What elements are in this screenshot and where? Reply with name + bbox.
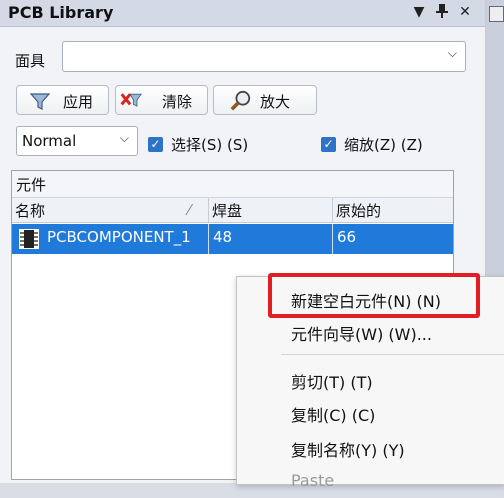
row-name: PCBCOMPONENT_1 xyxy=(47,228,191,246)
chevron-down-icon[interactable]: ⌵ xyxy=(448,46,457,61)
group-title: 元件 xyxy=(16,176,47,194)
zoom-button[interactable]: 放大 xyxy=(213,85,317,115)
apply-button[interactable]: 应用 xyxy=(16,85,109,115)
cell-primitives: 66 xyxy=(333,224,453,254)
menu-item-label: 剪切(T) (T) xyxy=(291,373,373,392)
menu-item-copy[interactable]: 复制(C) (C) xyxy=(237,397,504,429)
column-pads-label: 焊盘 xyxy=(212,202,243,220)
clear-button[interactable]: 清除 xyxy=(115,85,208,115)
chevron-down-icon[interactable]: ⌵ xyxy=(120,131,129,146)
zoom-checkbox[interactable]: ✓ xyxy=(321,137,336,152)
cell-pads: 48 xyxy=(209,224,333,254)
select-checkbox[interactable]: ✓ xyxy=(148,137,163,152)
panel-titlebar: PCB Library ▼ ✕ xyxy=(0,0,485,27)
highlight-box xyxy=(268,273,480,318)
clear-label: 清除 xyxy=(162,93,193,111)
mask-label: 面具 xyxy=(15,52,46,70)
column-primitives-label: 原始的 xyxy=(336,202,382,220)
menu-item-copy-name[interactable]: 复制名称(Y) (Y) xyxy=(237,432,504,464)
menu-item-label: 复制(C) (C) xyxy=(291,406,376,425)
cell-name: PCBCOMPONENT_1 xyxy=(12,224,209,254)
menu-separator xyxy=(281,354,504,355)
panel-title: PCB Library xyxy=(8,3,114,22)
menu-item-cut[interactable]: 剪切(T) (T) xyxy=(237,364,504,396)
pin-icon[interactable] xyxy=(433,3,451,21)
panel-tab-icon[interactable] xyxy=(489,6,504,22)
close-icon[interactable]: ✕ xyxy=(456,3,474,21)
clear-filter-icon xyxy=(120,93,142,107)
mode-value: Normal xyxy=(22,132,77,150)
menu-item-component-wizard[interactable]: 元件向导(W) (W)... xyxy=(237,316,504,348)
filter-icon xyxy=(29,93,51,110)
magnifier-icon xyxy=(230,90,251,111)
column-header-name[interactable]: 名称 ⁄ xyxy=(12,198,209,223)
menu-item-paste[interactable]: Paste xyxy=(237,466,504,498)
panel-menu-dropdown-icon[interactable]: ▼ xyxy=(410,3,428,21)
row-primitives: 66 xyxy=(337,228,357,246)
component-chip-icon xyxy=(19,229,39,249)
column-header-primitives[interactable]: 原始的 xyxy=(333,198,453,223)
row-pads: 48 xyxy=(213,228,233,246)
table-row[interactable]: PCBCOMPONENT_1 48 66 xyxy=(12,224,453,254)
menu-item-label: 元件向导(W) (W)... xyxy=(291,325,432,344)
menu-item-label: Paste xyxy=(291,471,335,490)
menu-item-label: 复制名称(Y) (Y) xyxy=(291,441,405,460)
apply-label: 应用 xyxy=(63,93,94,111)
group-header: 元件 xyxy=(12,171,453,198)
zoom-label: 放大 xyxy=(260,93,291,111)
select-label[interactable]: 选择(S) (S) xyxy=(171,134,248,155)
zoom-option-label[interactable]: 缩放(Z) (Z) xyxy=(344,134,423,155)
mode-select[interactable]: Normal ⌵ xyxy=(16,126,138,156)
mask-combo[interactable]: ⌵ xyxy=(62,41,466,72)
column-name-label: 名称 xyxy=(15,202,46,220)
column-header-pads[interactable]: 焊盘 xyxy=(209,198,333,223)
sort-icon: ⁄ xyxy=(188,201,191,219)
